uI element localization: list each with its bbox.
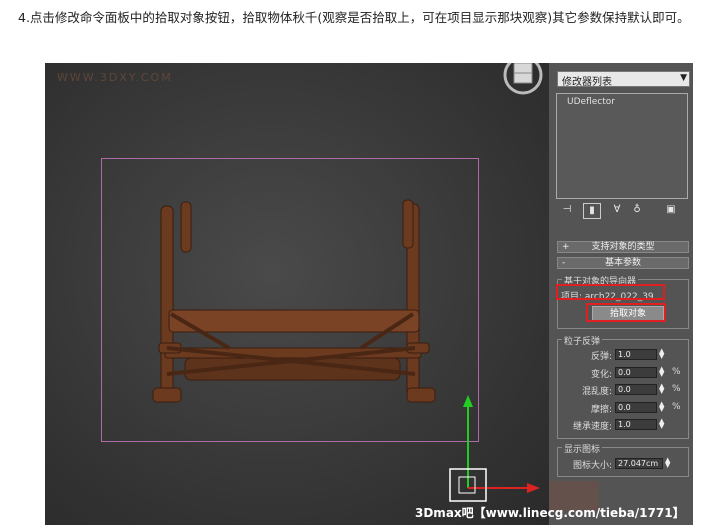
pick-button-highlight-box [586,303,666,322]
icon-size-row: 图标大小: 27.047cm ▲ ▼ [572,456,671,472]
spinner-arrows-icon[interactable]: ▲ ▼ [659,401,664,413]
modifier-list-label: 修改器列表 [562,77,612,88]
variation-row: 变化: 0.0 ▲ ▼ % [590,365,681,381]
stack-toolbar: ⊣ ▮ ∀ ♁ ▣ [559,203,685,219]
modifier-list-dropdown[interactable]: 修改器列表 ▼ [557,71,690,88]
modifier-stack[interactable]: UDeflector [556,93,688,199]
make-unique-icon[interactable]: ∀ [609,203,625,217]
max-screenshot: WWW.3DXY.COM 修改器列表 ▼ UDeflector ⊣ ▮ ∀ ♁ … [45,63,693,525]
spinner-arrows-icon[interactable]: ▲ ▼ [659,366,664,378]
inherit-velocity-row: 继承速度: 1.0 ▲ ▼ [572,417,665,433]
configure-sets-icon[interactable]: ▣ [663,203,679,217]
spinner-arrows-icon[interactable]: ▲ ▼ [659,383,664,395]
instruction-text: 4.点击修改命令面板中的拾取对象按钮，拾取物体秋千(观察是否拾取上，可在项目显示… [18,10,690,25]
pin-stack-icon[interactable]: ⊣ [559,203,575,217]
bounce-field[interactable]: 1.0 [615,349,657,360]
stack-item-udeflector[interactable]: UDeflector [567,97,687,107]
chevron-down-icon: ▼ [680,73,687,83]
friction-row: 摩擦: 0.0 ▲ ▼ % [590,400,681,416]
variation-field[interactable]: 0.0 [615,367,657,378]
spinner-arrows-icon[interactable]: ▲ ▼ [659,348,664,360]
swing-object[interactable] [145,198,445,418]
rollout-supported-objects[interactable]: + 支持对象的类型 [557,241,689,253]
viewcube-icon[interactable] [501,63,545,99]
site-watermark: WWW.3DXY.COM [57,71,173,84]
chaos-row: 混乱度: 0.0 ▲ ▼ % [581,382,681,398]
show-end-result-icon[interactable]: ▮ [583,203,601,219]
spinner-arrows-icon[interactable]: ▲ ▼ [659,418,664,430]
inherit-velocity-field[interactable]: 1.0 [615,419,657,430]
friction-field[interactable]: 0.0 [615,402,657,413]
perspective-viewport[interactable]: WWW.3DXY.COM [45,63,549,525]
icon-size-field[interactable]: 27.047cm [615,458,663,469]
chaos-field[interactable]: 0.0 [615,384,657,395]
display-icon-group: 显示图标 图标大小: 27.047cm ▲ ▼ [557,442,689,477]
particle-bounce-group: 粒子反弹 反弹: 1.0 ▲ ▼ 变化: 0.0 ▲ ▼ % 混乱度: 0.0 ▲ ▼… [557,334,689,439]
spinner-arrows-icon[interactable]: ▲ ▼ [665,457,670,469]
remove-modifier-icon[interactable]: ♁ [629,203,645,217]
forum-credit: 3Dmax吧【www.linecg.com/tieba/1771】 [415,506,685,520]
transform-gizmo[interactable] [445,393,545,503]
bounce-row: 反弹: 1.0 ▲ ▼ [590,347,665,363]
rollout-basic-params[interactable]: - 基本参数 [557,257,689,269]
item-highlight-box [556,284,665,300]
